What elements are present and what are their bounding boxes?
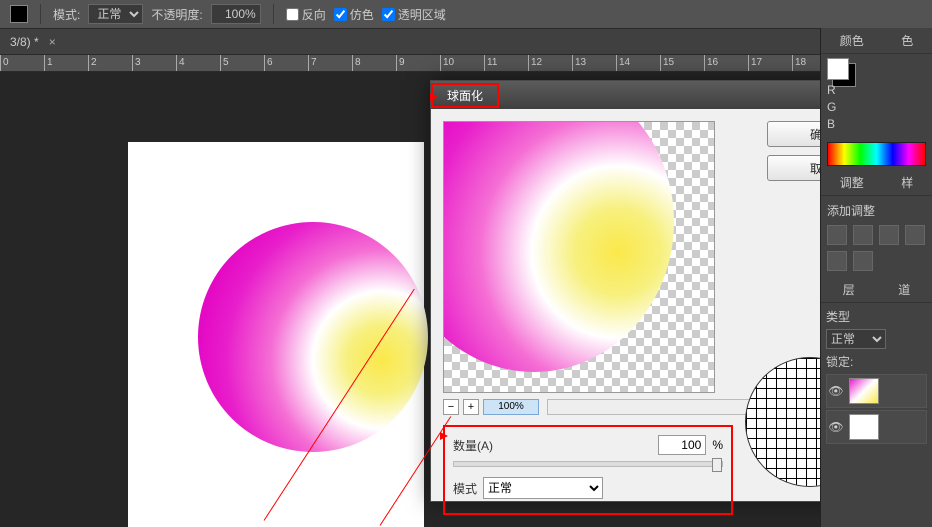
slider-knob[interactable] [712, 458, 722, 472]
controls-group: 数量(A) % 模式 正常 [443, 425, 733, 515]
options-bar: 模式: 正常 不透明度: 反向 仿色 透明区域 [0, 0, 932, 28]
blend-mode-select[interactable]: 正常 [88, 4, 143, 24]
gradient-swatch[interactable] [10, 5, 28, 23]
opacity-label: 不透明度: [151, 6, 202, 23]
hue-icon[interactable] [827, 251, 847, 271]
color-rgb-sliders: R G B [821, 54, 932, 138]
r-label: R [827, 83, 841, 97]
zoom-controls: − + 100% [443, 399, 753, 415]
tab-adjustments[interactable]: 调整 [834, 170, 870, 195]
color-ramp[interactable] [827, 142, 926, 166]
amount-input[interactable] [658, 435, 706, 455]
layer-item[interactable]: 👁 [826, 374, 927, 408]
layer-thumbnail[interactable] [849, 378, 879, 404]
layer-blend-select[interactable]: 正常 [826, 329, 886, 349]
tab-color[interactable]: 颜色 [834, 28, 870, 53]
g-label: G [827, 100, 841, 114]
visibility-icon[interactable]: 👁 [827, 384, 845, 398]
document-tab[interactable]: 3/8) * × [0, 28, 932, 54]
reverse-checkbox[interactable]: 反向 [286, 6, 326, 23]
zoom-in-button[interactable]: + [463, 399, 479, 415]
b-label: B [827, 117, 841, 131]
adjustments-panel: 添加调整 [821, 196, 932, 277]
fg-bg-swatch[interactable] [827, 58, 849, 80]
preview-scrollbar[interactable] [547, 399, 753, 415]
opacity-input[interactable] [211, 4, 261, 24]
visibility-icon[interactable]: 👁 [827, 420, 845, 434]
layers-tabs: 层 道 [821, 277, 932, 303]
zoom-out-button[interactable]: − [443, 399, 459, 415]
right-panel-dock: 颜色 色 R G B 调整 样 添加调整 层 道 类型 正常 锁定: 👁 [820, 28, 932, 527]
color-panel-tabs: 颜色 色 [821, 28, 932, 54]
mode-label: 模式: [53, 6, 80, 23]
tab-channels[interactable]: 道 [892, 277, 916, 302]
amount-unit: % [712, 438, 723, 452]
mode-select[interactable]: 正常 [483, 477, 603, 499]
adjustments-title: 添加调整 [827, 204, 875, 218]
adjustments-tabs: 调整 样 [821, 170, 932, 196]
mode-label: 模式 [453, 480, 477, 497]
horizontal-ruler: 0123456789101112131415161718 [0, 54, 820, 72]
curves-icon[interactable] [879, 225, 899, 245]
lock-label: 锁定: [826, 355, 853, 369]
levels-icon[interactable] [853, 225, 873, 245]
preview-box[interactable] [443, 121, 715, 393]
tab-layers[interactable]: 层 [837, 277, 861, 302]
document-title: 3/8) * [10, 35, 39, 49]
layers-panel: 类型 正常 锁定: 👁 👁 [821, 303, 932, 451]
layer-thumbnail[interactable] [849, 414, 879, 440]
dither-checkbox[interactable]: 仿色 [334, 6, 374, 23]
transparency-checkbox[interactable]: 透明区域 [382, 6, 446, 23]
exposure-icon[interactable] [905, 225, 925, 245]
separator [273, 4, 274, 24]
dialog-title: 球面化 [431, 83, 499, 108]
gradient-blob-shape [198, 222, 428, 452]
brightness-icon[interactable] [827, 225, 847, 245]
tab-styles[interactable]: 样 [895, 170, 919, 195]
annotation-arrow [440, 432, 448, 440]
annotation-arrow [430, 93, 438, 101]
separator [40, 4, 41, 24]
blackwhite-icon[interactable] [853, 251, 873, 271]
kind-label: 类型 [826, 308, 850, 325]
layer-item[interactable]: 👁 [826, 410, 927, 444]
preview-shape [443, 121, 674, 372]
artboard[interactable] [128, 142, 424, 527]
tab-swatches[interactable]: 色 [895, 28, 919, 53]
amount-slider[interactable] [453, 461, 723, 467]
amount-label: 数量(A) [453, 437, 493, 454]
zoom-percent[interactable]: 100% [483, 399, 539, 415]
close-icon[interactable]: × [49, 35, 56, 49]
